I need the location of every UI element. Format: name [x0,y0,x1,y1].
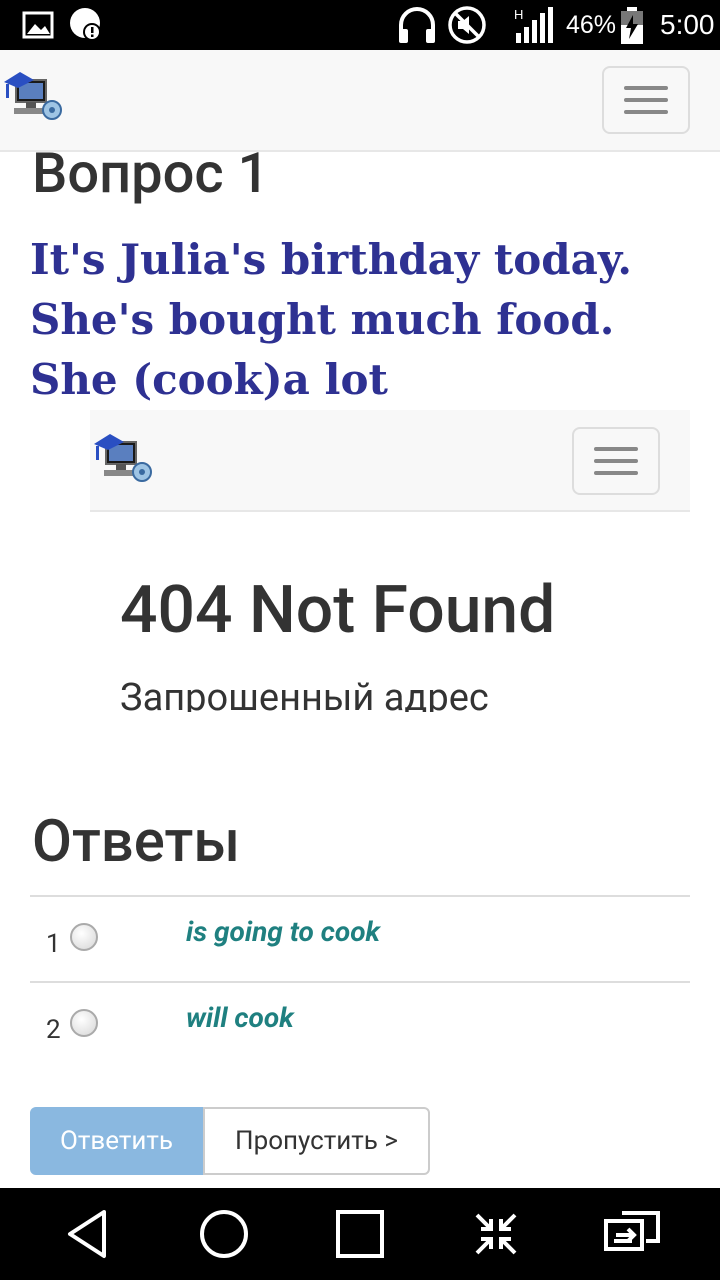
site-logo-icon[interactable] [0,60,64,124]
mute-icon [447,0,487,50]
shrink-icon[interactable] [456,1188,536,1280]
battery-percent: 46% [566,10,617,39]
headset-icon [396,0,438,50]
frame-navbar [90,410,690,512]
frame-logo-icon[interactable] [90,422,154,486]
hamburger-icon [594,447,638,451]
error-title: 404 Not Found [120,572,556,649]
frame-menu-toggle-button[interactable] [572,427,660,495]
answer-text[interactable]: is going to cook [186,915,380,948]
answer-text[interactable]: will cook [186,1001,294,1034]
alert-icon [68,0,106,50]
answer-option[interactable]: 1 is going to cook [30,895,690,981]
signal-icon: H [512,0,556,50]
home-icon[interactable] [184,1188,264,1280]
top-navbar [0,50,720,152]
answers-title: Ответы [32,808,240,876]
image-icon [22,0,54,50]
answer-number: 1 [46,929,61,959]
clock: 5:00 [660,9,715,40]
answer-option[interactable]: 2 will cook [30,981,690,1067]
answer-radio[interactable] [70,923,98,951]
question-text: It's Julia's birthday today. She's bough… [30,235,633,404]
answer-button[interactable]: Ответить [30,1107,203,1175]
question-title: Вопрос 1 [32,140,270,206]
back-icon[interactable] [48,1188,128,1280]
system-nav-bar [0,1188,720,1280]
menu-toggle-button[interactable] [602,66,690,134]
switch-icon[interactable] [592,1188,672,1280]
answer-radio[interactable] [70,1009,98,1037]
battery-charging-icon [619,0,645,50]
skip-button[interactable]: Пропустить > [203,1107,430,1175]
status-bar: H 46% 5:00 [0,0,720,50]
recents-icon[interactable] [320,1188,400,1280]
answer-number: 2 [46,1015,61,1045]
error-message: Запрошенный адрес [120,676,489,712]
hamburger-icon [624,86,668,90]
embedded-frame: 404 Not Found Запрошенный адрес [90,410,690,712]
svg-text:H: H [514,7,523,22]
